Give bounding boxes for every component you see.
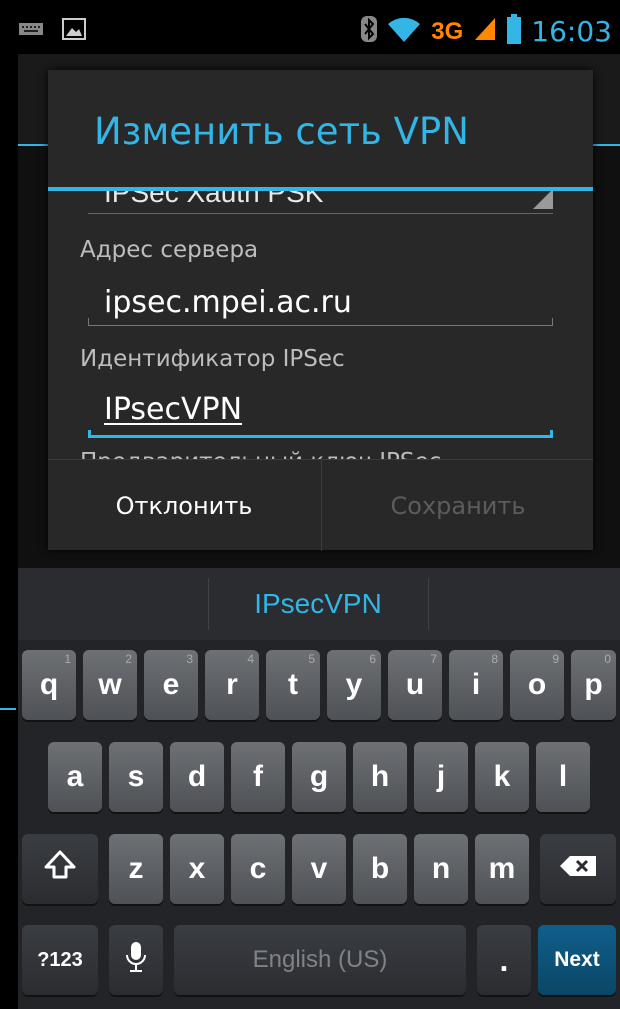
key-o[interactable]: o9	[510, 650, 564, 720]
key-j[interactable]: j	[414, 742, 468, 812]
key-k[interactable]: k	[475, 742, 529, 812]
key-hint: 2	[125, 652, 132, 666]
key-hint: 0	[604, 652, 611, 666]
background-divider-stub	[0, 708, 16, 710]
key-z[interactable]: z	[109, 834, 163, 904]
key-f[interactable]: f	[231, 742, 285, 812]
key-x[interactable]: x	[170, 834, 224, 904]
key-c[interactable]: c	[231, 834, 285, 904]
key-label: t	[288, 668, 298, 701]
key-u[interactable]: u7	[388, 650, 442, 720]
key-label: r	[226, 668, 238, 701]
key-hint: 4	[247, 652, 254, 666]
network-type-label: 3G	[431, 17, 464, 45]
backspace-key[interactable]	[540, 834, 616, 904]
key-b[interactable]: b	[353, 834, 407, 904]
server-address-label: Адрес сервера	[80, 237, 259, 263]
ipsec-preshared-key-label: Предварительный ключ IPSec	[80, 449, 441, 459]
key-hint: 9	[552, 652, 559, 666]
key-i[interactable]: i8	[449, 650, 503, 720]
wifi-icon	[387, 15, 421, 48]
key-d[interactable]: d	[170, 742, 224, 812]
key-hint: 1	[64, 652, 71, 666]
spinner-arrow-icon[interactable]	[533, 191, 553, 209]
key-hint: 6	[369, 652, 376, 666]
key-v[interactable]: v	[292, 834, 346, 904]
key-e[interactable]: e3	[144, 650, 198, 720]
key-label: o	[527, 668, 547, 701]
key-n[interactable]: n	[414, 834, 468, 904]
cancel-button[interactable]: Отклонить	[48, 460, 320, 551]
key-hint: 7	[430, 652, 437, 666]
dialog-title: Изменить сеть VPN	[94, 110, 469, 153]
ipsec-identifier-input[interactable]	[88, 386, 553, 432]
key-label: q	[39, 668, 59, 701]
symbols-key[interactable]: ?123	[22, 925, 98, 995]
suggestion-separator	[428, 578, 429, 630]
save-button[interactable]: Сохранить	[321, 460, 594, 551]
backspace-icon	[558, 854, 598, 884]
key-m[interactable]: m	[475, 834, 529, 904]
soft-keyboard: IPsecVPN q1 w2 e3 r4 t5 y6 u7 i8 o9 p0 a…	[18, 568, 620, 1009]
key-s[interactable]: s	[109, 742, 163, 812]
space-key[interactable]: English (US)	[174, 925, 466, 995]
clock: 16:03	[531, 15, 612, 48]
suggestion-strip: IPsecVPN	[18, 568, 620, 640]
period-key[interactable]: .	[477, 925, 531, 995]
key-label: e	[162, 668, 180, 701]
key-a[interactable]: a	[48, 742, 102, 812]
ipsec-identifier-label: Идентификатор IPSec	[80, 346, 345, 372]
vpn-type-spinner-underline	[88, 213, 553, 214]
key-label: p	[584, 668, 603, 701]
edit-vpn-dialog: Изменить сеть VPN IPSec Xauth PSK Адрес …	[48, 70, 593, 551]
key-q[interactable]: q1	[22, 650, 76, 720]
key-label: u	[405, 668, 425, 701]
background-divider-right	[593, 144, 620, 146]
dialog-scroll-content[interactable]: IPSec Xauth PSK Адрес сервера Идентифика…	[48, 191, 593, 459]
server-address-underline-ticks	[88, 316, 553, 326]
vpn-type-spinner-value[interactable]: IPSec Xauth PSK	[104, 191, 323, 209]
key-g[interactable]: g	[292, 742, 346, 812]
shift-key[interactable]	[22, 834, 98, 904]
key-label: i	[471, 668, 481, 701]
keyboard-icon	[18, 22, 44, 41]
key-label: w	[98, 668, 122, 701]
key-label: y	[345, 668, 363, 701]
key-t[interactable]: t5	[266, 650, 320, 720]
shift-icon	[43, 849, 77, 889]
dialog-button-bar: Отклонить Сохранить	[48, 459, 593, 551]
key-y[interactable]: y6	[327, 650, 381, 720]
image-icon	[62, 18, 86, 45]
ipsec-identifier-underline-ticks	[88, 428, 553, 438]
next-key[interactable]: Next	[538, 925, 616, 995]
key-hint: 8	[491, 652, 498, 666]
key-h[interactable]: h	[353, 742, 407, 812]
voice-input-key[interactable]	[109, 925, 163, 995]
key-w[interactable]: w2	[83, 650, 137, 720]
signal-icon	[473, 16, 497, 47]
key-l[interactable]: l	[536, 742, 590, 812]
suggestion-word[interactable]: IPsecVPN	[208, 568, 428, 640]
battery-icon	[507, 14, 522, 49]
bluetooth-icon	[361, 14, 378, 49]
background-divider-left	[18, 144, 48, 146]
key-hint: 5	[308, 652, 315, 666]
key-p[interactable]: p0	[571, 650, 616, 720]
status-bar: 3G 16:03	[18, 8, 618, 54]
key-hint: 3	[186, 652, 193, 666]
microphone-icon	[124, 940, 148, 980]
key-r[interactable]: r4	[205, 650, 259, 720]
